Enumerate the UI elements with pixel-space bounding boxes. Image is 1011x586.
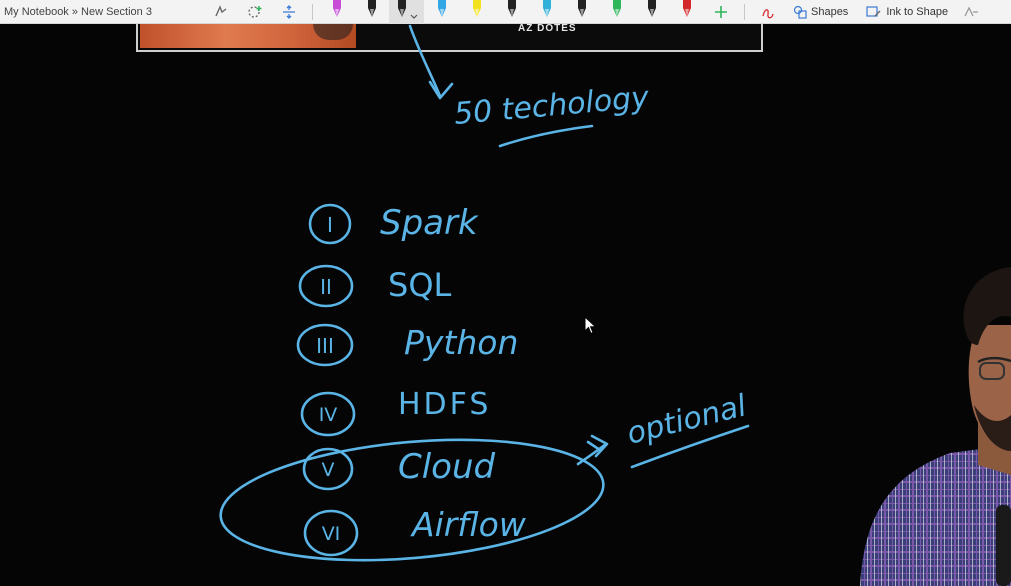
numeral-1: I — [327, 213, 333, 237]
item-cloud: Cloud — [398, 447, 496, 487]
add-pen-icon[interactable] — [712, 3, 730, 21]
item-python: Python — [404, 323, 518, 362]
item-airflow: Airflow — [410, 505, 527, 544]
pen-slot[interactable] — [459, 0, 494, 24]
pen-icon — [577, 0, 586, 17]
ribbon-toolbar: My Notebook » New Section 3 Shapes Ink t… — [0, 0, 1011, 24]
numeral-4: IV — [319, 404, 338, 426]
item-sql: SQL — [388, 266, 452, 304]
toolbar-divider — [744, 3, 745, 20]
pen-icon — [332, 0, 341, 17]
presenter-webcam — [860, 267, 1011, 586]
item-hdfs: HDFS — [398, 387, 491, 422]
ink-underline — [498, 124, 594, 148]
ink-to-text-icon[interactable] — [759, 3, 777, 21]
pen-slot[interactable] — [319, 0, 354, 24]
pen-slot[interactable] — [389, 0, 424, 24]
chevron-down-icon[interactable] — [410, 14, 418, 20]
optional-arrow-head-2 — [586, 440, 602, 452]
pen-icon — [542, 0, 551, 17]
highlighter-icon — [472, 0, 481, 17]
optional-arrow — [576, 442, 608, 466]
pen-icon — [367, 0, 376, 17]
pen-icon — [647, 0, 656, 17]
pen-slot[interactable] — [424, 0, 459, 24]
ink-arrow — [408, 24, 442, 98]
optional-annotation: optional — [623, 388, 750, 452]
pen-icon — [437, 0, 446, 17]
pen-icon — [682, 0, 691, 17]
ink-to-shape-button[interactable]: Ink to Shape — [866, 5, 948, 19]
numeral-3: III — [316, 334, 334, 358]
pen-slot[interactable] — [494, 0, 529, 24]
mouse-cursor-icon — [584, 316, 597, 335]
insert-space-icon[interactable] — [280, 3, 298, 21]
pen-slot[interactable] — [529, 0, 564, 24]
add-space-icon[interactable] — [246, 3, 264, 21]
pen-icon — [612, 0, 621, 17]
ink-arrow-head — [428, 80, 454, 100]
pen-slot[interactable] — [354, 0, 389, 24]
shapes-label: Shapes — [811, 5, 849, 18]
notes-header: 50 techology — [453, 80, 652, 132]
pen-slot[interactable] — [564, 0, 599, 24]
pen-gallery — [319, 0, 704, 24]
ink-to-math-icon[interactable] — [962, 3, 980, 21]
ink-to-shape-icon — [866, 5, 881, 17]
toolbar-divider — [312, 3, 313, 20]
pen-slot[interactable] — [669, 0, 704, 24]
ink-to-shape-label: Ink to Shape — [886, 5, 949, 18]
shapes-button[interactable]: Shapes — [793, 5, 848, 19]
numeral-2: II — [320, 275, 332, 299]
numeral-5: V — [322, 459, 335, 481]
pen-slot[interactable] — [634, 0, 669, 24]
shapes-icon — [793, 5, 807, 19]
pen-icon — [398, 0, 406, 17]
breadcrumb[interactable]: My Notebook » New Section 3 — [0, 6, 204, 18]
lasso-select-icon[interactable] — [212, 3, 230, 21]
draw-tools: Shapes Ink to Shape — [204, 0, 988, 24]
item-spark: Spark — [380, 203, 479, 243]
numeral-6: VI — [322, 523, 341, 545]
presenter-microphone — [996, 505, 1011, 586]
pen-slot[interactable] — [599, 0, 634, 24]
pen-icon — [507, 0, 516, 17]
